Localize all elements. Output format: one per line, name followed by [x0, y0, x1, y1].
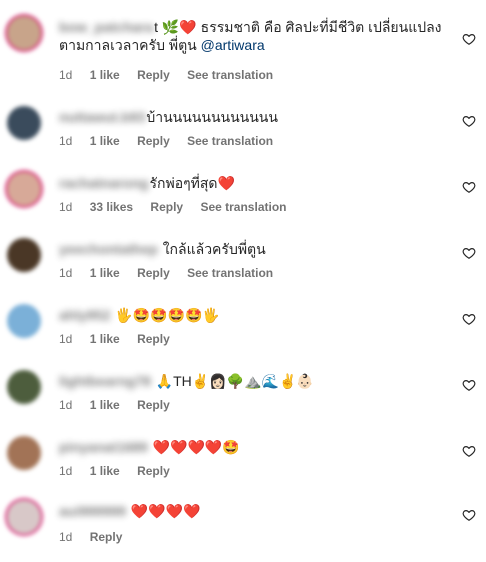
username[interactable]: rachatnarong	[59, 174, 148, 192]
comment-item: ahly952 🖐🤩🤩🤩🤩🖐 1d 1 like Reply	[0, 300, 486, 366]
comment-item: rachatnarongรักพ่อๆที่สุด❤️ 1d 33 likes …	[0, 168, 486, 234]
username[interactable]: ahly952	[59, 306, 110, 324]
likes-count[interactable]: 1 like	[90, 266, 120, 280]
comment-meta: 1d 33 likes Reply See translation	[59, 200, 300, 214]
avatar[interactable]	[7, 370, 41, 404]
comment-text: 🖐🤩🤩🤩🤩🖐	[115, 307, 220, 323]
comment-body: bow_patcharat 🌿❤️ ธรรมชาติ คือ ศิลปะที่ม…	[59, 18, 446, 54]
time: 1d	[59, 332, 73, 346]
comment-meta: 1d 1 like Reply See translation	[59, 134, 287, 148]
avatar[interactable]	[7, 106, 41, 140]
comment-body: nuttawut.b93บ้านนนนนนนนนนนน	[59, 108, 446, 126]
comment-body: yeechontathep ใกล้แล้วครับพี่ตูน	[59, 240, 446, 258]
comment-text: ❤️❤️❤️❤️🤩	[152, 439, 240, 455]
reply-button[interactable]: Reply	[137, 332, 170, 346]
comment-meta: 1d 1 like Reply	[59, 464, 184, 478]
comment-item: nuttawut.b93บ้านนนนนนนนนนนน 1d 1 like Re…	[0, 102, 486, 168]
avatar[interactable]	[7, 436, 41, 470]
comment-item: bow_patcharat 🌿❤️ ธรรมชาติ คือ ศิลปะที่ม…	[0, 12, 486, 82]
likes-count[interactable]: 1 like	[90, 398, 120, 412]
like-button[interactable]	[462, 180, 476, 194]
heart-outline-icon	[462, 380, 476, 391]
comment-body: ahly952 🖐🤩🤩🤩🤩🖐	[59, 306, 446, 324]
username[interactable]: lightbearng78	[59, 372, 151, 390]
comment-text: ❤️❤️❤️❤️	[130, 503, 201, 519]
like-button[interactable]	[462, 312, 476, 326]
likes-count[interactable]: 1 like	[90, 68, 120, 82]
like-button[interactable]	[462, 378, 476, 392]
avatar[interactable]	[7, 238, 41, 272]
comment-text: ใกล้แล้วครับพี่ตูน	[162, 241, 266, 257]
like-button[interactable]	[462, 246, 476, 260]
see-translation-button[interactable]: See translation	[187, 68, 273, 82]
likes-count[interactable]: 1 like	[90, 332, 120, 346]
comment-meta: 1d 1 like Reply	[59, 332, 184, 346]
reply-button[interactable]: Reply	[137, 398, 170, 412]
comment-item: pinyanat1689 ❤️❤️❤️❤️🤩 1d 1 like Reply	[0, 432, 486, 498]
heart-outline-icon	[462, 314, 476, 325]
avatar[interactable]	[7, 500, 41, 534]
comment-meta: 1d 1 like Reply See translation	[59, 266, 287, 280]
time: 1d	[59, 398, 73, 412]
username[interactable]: nuttawut.b93	[59, 108, 145, 126]
comment-body: aui999999 ❤️❤️❤️❤️	[59, 502, 446, 520]
likes-count[interactable]: 33 likes	[90, 200, 133, 214]
heart-outline-icon	[462, 446, 476, 457]
likes-count[interactable]: 1 like	[90, 134, 120, 148]
comment-item: yeechontathep ใกล้แล้วครับพี่ตูน 1d 1 li…	[0, 234, 486, 300]
reply-button[interactable]: Reply	[150, 200, 183, 214]
see-translation-button[interactable]: See translation	[200, 200, 286, 214]
avatar[interactable]	[7, 304, 41, 338]
comment-body: rachatnarongรักพ่อๆที่สุด❤️	[59, 174, 446, 192]
comment-item: aui999999 ❤️❤️❤️❤️ 1d Reply	[0, 496, 486, 562]
heart-outline-icon	[462, 510, 476, 521]
like-button[interactable]	[462, 508, 476, 522]
username[interactable]: yeechontathep	[59, 240, 158, 258]
mention-link[interactable]: @artiwara	[201, 37, 265, 53]
time: 1d	[59, 266, 73, 280]
comment-text: รักพ่อๆที่สุด❤️	[149, 175, 235, 191]
avatar[interactable]	[7, 172, 41, 206]
heart-outline-icon	[462, 116, 476, 127]
comment-item: lightbearng78 🙏TH✌️👩🏻🌳⛰️🌊✌️👶🏻 1d 1 like …	[0, 366, 486, 432]
comment-body: pinyanat1689 ❤️❤️❤️❤️🤩	[59, 438, 446, 456]
avatar[interactable]	[7, 16, 41, 50]
reply-button[interactable]: Reply	[137, 134, 170, 148]
time: 1d	[59, 464, 73, 478]
see-translation-button[interactable]: See translation	[187, 266, 273, 280]
heart-outline-icon	[462, 182, 476, 193]
comment-text: บ้านนนนนนนนนนนน	[146, 109, 278, 125]
see-translation-button[interactable]: See translation	[187, 134, 273, 148]
reply-button[interactable]: Reply	[90, 530, 123, 544]
like-button[interactable]	[462, 114, 476, 128]
likes-count[interactable]: 1 like	[90, 464, 120, 478]
comment-text: 🙏TH✌️👩🏻🌳⛰️🌊✌️👶🏻	[155, 373, 314, 389]
comment-meta: 1d Reply	[59, 530, 136, 544]
comment-body: lightbearng78 🙏TH✌️👩🏻🌳⛰️🌊✌️👶🏻	[59, 372, 446, 390]
reply-button[interactable]: Reply	[137, 464, 170, 478]
time: 1d	[59, 134, 73, 148]
reply-button[interactable]: Reply	[137, 68, 170, 82]
time: 1d	[59, 530, 73, 544]
reply-button[interactable]: Reply	[137, 266, 170, 280]
time: 1d	[59, 200, 73, 214]
username[interactable]: bow_patchara	[59, 18, 153, 36]
comment-meta: 1d 1 like Reply See translation	[59, 68, 287, 82]
comment-meta: 1d 1 like Reply	[59, 398, 184, 412]
like-button[interactable]	[462, 444, 476, 458]
like-button[interactable]	[462, 32, 476, 46]
time: 1d	[59, 68, 73, 82]
heart-outline-icon	[462, 248, 476, 259]
username[interactable]: pinyanat1689	[59, 438, 148, 456]
username[interactable]: aui999999	[59, 502, 126, 520]
comment-list: bow_patcharat 🌿❤️ ธรรมชาติ คือ ศิลปะที่ม…	[0, 0, 486, 549]
heart-outline-icon	[462, 34, 476, 45]
